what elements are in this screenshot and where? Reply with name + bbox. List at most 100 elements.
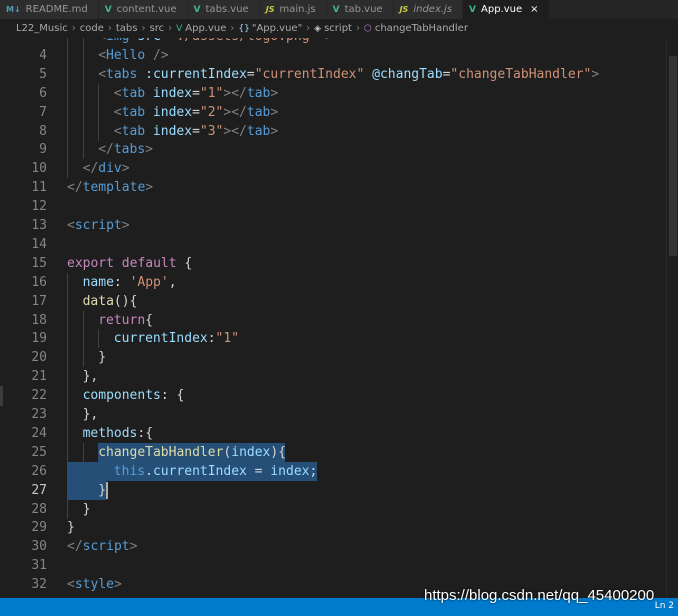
- code-token: "changeTabHandler": [450, 66, 592, 82]
- close-icon[interactable]: ×: [530, 4, 538, 15]
- line-number: 10: [31, 161, 47, 177]
- line-number: 29: [31, 520, 47, 536]
- code-token: div: [98, 161, 122, 177]
- code-token: ></: [223, 123, 247, 139]
- tab-label: tabs.vue: [205, 4, 249, 15]
- code-token: template: [82, 180, 146, 196]
- tab-index-js[interactable]: JS index.js: [393, 0, 464, 19]
- code-token: >: [317, 38, 333, 44]
- code-line[interactable]: 24 methods:{: [0, 423, 660, 443]
- code-text: components: {: [83, 386, 185, 405]
- code-text: </template>: [67, 178, 153, 197]
- breadcrumb-item[interactable]: L22_Music: [16, 23, 68, 34]
- code-line[interactable]: 23},: [0, 405, 660, 424]
- code-text: }: [98, 481, 106, 500]
- code-line[interactable]: 27}: [0, 480, 660, 500]
- js-file-icon: JS: [399, 5, 409, 14]
- tab-app-vue[interactable]: V App.vue ×: [463, 0, 550, 19]
- code-line[interactable]: 6 <tab index="1"></tab>: [0, 83, 660, 103]
- code-line[interactable]: 14: [0, 235, 660, 254]
- vue-file-icon: V: [469, 4, 476, 15]
- vue-file-icon: V: [176, 23, 183, 34]
- code-editor[interactable]: <img src="./assets/logo.png" >4<Hello />…: [0, 38, 678, 598]
- code-line[interactable]: 5 <tabs :currentIndex="currentIndex" @cha…: [0, 64, 660, 84]
- code-line[interactable]: 8 <tab index="3"></tab>: [0, 121, 660, 141]
- code-token: data: [82, 293, 114, 309]
- breadcrumb-label: L22_Music: [16, 23, 68, 34]
- code-token: ></: [223, 85, 247, 101]
- code-line[interactable]: 9 </tabs>: [0, 140, 660, 160]
- code-token: }: [82, 501, 91, 517]
- code-text: <tab index="2"></tab>: [114, 103, 278, 122]
- code-line[interactable]: 20}: [0, 348, 660, 368]
- code-token: },: [82, 407, 99, 422]
- code-token: <: [98, 66, 107, 82]
- breadcrumb-item[interactable]: {} "App.vue": [238, 23, 302, 34]
- scrollbar-thumb[interactable]: [669, 56, 677, 256]
- line-number: 19: [31, 331, 47, 347]
- code-line[interactable]: 4 <Hello />: [0, 45, 660, 65]
- code-text: this.currentIndex = index;: [114, 462, 318, 481]
- indent-guide: [67, 140, 68, 160]
- code-line[interactable]: 16 name: 'App',: [0, 272, 660, 292]
- code-token: =: [192, 123, 200, 139]
- code-line[interactable]: 26 this.currentIndex = index;: [0, 461, 660, 481]
- tab-tab-vue[interactable]: Vtab.vue: [326, 0, 394, 19]
- tab-tabs-vue[interactable]: Vtabs.vue: [187, 0, 260, 19]
- code-line[interactable]: 31: [0, 556, 660, 575]
- code-line[interactable]: 17 data(){: [0, 291, 660, 311]
- code-line[interactable]: 30 </script>: [0, 537, 660, 556]
- tab-content-vue[interactable]: Vcontent.vue: [98, 0, 188, 19]
- code-line[interactable]: 15 export default {: [0, 254, 660, 273]
- breadcrumb-item[interactable]: tabs: [116, 23, 138, 34]
- code-line[interactable]: 12: [0, 197, 660, 216]
- line-number: 6: [39, 85, 47, 101]
- breadcrumb-item[interactable]: V App.vue: [176, 23, 226, 34]
- breadcrumb-item[interactable]: src: [149, 23, 164, 34]
- code-text: }: [83, 500, 91, 519]
- code-token: ,: [168, 274, 177, 290]
- code-line[interactable]: 7 <tab index="2"></tab>: [0, 102, 660, 122]
- tab-readme-md[interactable]: M↓ README.md: [0, 0, 99, 19]
- code-line[interactable]: 18 return{: [0, 310, 660, 330]
- tab-label: main.js: [279, 4, 316, 15]
- code-line[interactable]: 19 currentIndex:"1": [0, 329, 660, 349]
- code-token: currentIndex: [152, 463, 247, 479]
- line-number: 26: [31, 463, 47, 479]
- code-line[interactable]: 29}: [0, 518, 660, 537]
- code-token: >: [270, 104, 279, 120]
- indent-guide: [98, 102, 100, 122]
- code-line[interactable]: 10 </div>: [0, 159, 660, 179]
- cursor-position[interactable]: Ln 2: [655, 601, 674, 611]
- folding-marker: [0, 386, 3, 407]
- code-line[interactable]: 11 </template>: [0, 178, 660, 197]
- code-token: tab: [121, 123, 146, 139]
- breadcrumb-item[interactable]: code: [80, 23, 104, 34]
- code-line[interactable]: 25 changeTabHandler(index){: [0, 442, 660, 462]
- line-number: 12: [31, 199, 47, 215]
- code-text: </script>: [67, 537, 137, 556]
- code-token: .: [145, 463, 153, 479]
- breadcrumb-separator: ›: [168, 23, 173, 34]
- line-number: 32: [31, 577, 47, 593]
- code-token: script: [74, 218, 122, 233]
- indent-guide: [67, 310, 68, 330]
- tab-main-js[interactable]: JS main.js: [259, 0, 327, 19]
- code-line[interactable]: 28}: [0, 499, 660, 519]
- breadcrumb-item[interactable]: ◈ script: [314, 23, 352, 34]
- code-token: (){: [113, 293, 138, 309]
- code-text: name: 'App',: [83, 273, 177, 292]
- code-token: default: [121, 255, 177, 271]
- indent-guide: [67, 121, 68, 141]
- code-text: return{: [98, 311, 153, 330]
- code-line[interactable]: <img src="./assets/logo.png" >: [0, 38, 660, 46]
- code-token: },: [82, 369, 99, 385]
- code-token: }: [67, 520, 75, 536]
- breadcrumb-item[interactable]: ⬡ changeTabHandler: [364, 23, 468, 34]
- line-number: 15: [31, 255, 47, 271]
- code-line[interactable]: 21},: [0, 367, 660, 387]
- code-line[interactable]: 22 components: {: [0, 386, 660, 406]
- vertical-scrollbar[interactable]: [666, 38, 678, 598]
- code-line[interactable]: 13 <script>: [0, 216, 660, 235]
- breadcrumb-separator: ›: [355, 23, 360, 34]
